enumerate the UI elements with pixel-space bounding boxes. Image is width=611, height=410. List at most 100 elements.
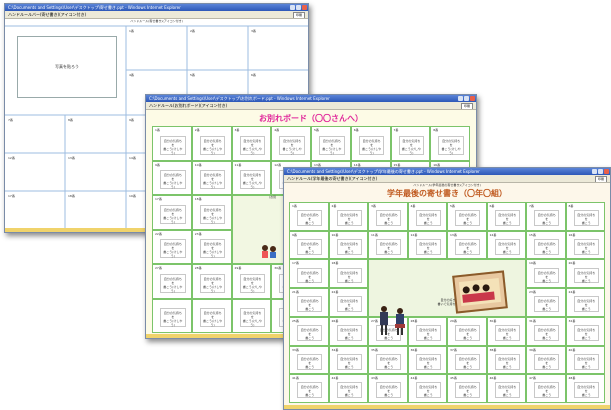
maximize-icon[interactable] <box>464 96 469 101</box>
board-cell[interactable]: 15番 自分の気持ちを 書こう <box>526 230 566 260</box>
board-cell[interactable]: 14番 自分の気持ちを 書こう <box>486 230 526 260</box>
board-cell[interactable]: 18番 自分の気持ちを 書こう(けしやう) <box>191 195 232 230</box>
message-card: 自分の気持ちを 書こう <box>376 238 402 255</box>
board-cell[interactable]: 8番 自分の気持ちを 書こう <box>565 202 605 231</box>
board-cell[interactable]: 23番 自分の気持ちを 書こう(けしやう) <box>191 229 232 264</box>
board-cell[interactable]: 43番 自分の気持ちを 書こう <box>368 374 408 403</box>
cell-number: 16番 <box>433 162 441 167</box>
board-cell[interactable]: 6番 自分の気持ちを 書こう <box>486 202 526 231</box>
board-cell[interactable]: 42番 自分の気持ちを 書こう <box>328 374 368 403</box>
cell-number: 8番 <box>433 128 439 132</box>
minimize-icon[interactable] <box>458 96 463 101</box>
board-cell[interactable]: 21番 自分の気持ちを 書こう <box>289 288 329 317</box>
cell-number: 31番 <box>529 318 536 323</box>
board-cell[interactable]: 13番 自分の気持ちを 書こう <box>447 230 487 260</box>
board-cell[interactable]: 40番 自分の気持ちを 書こう <box>565 345 605 375</box>
message-card: 自分の気持ちを 書こう <box>494 325 520 341</box>
board-cell[interactable]: 34番 自分の気持ちを 書こう <box>328 345 368 375</box>
board-cell[interactable]: 24番 自分の気持ちを 書こう <box>565 288 605 317</box>
board-cell[interactable]: 36番 自分の気持ちを 書こう <box>407 345 447 375</box>
board-cell[interactable]: 31番 自分の気持ちを 書こう <box>526 316 566 346</box>
board-cell[interactable]: 3番 自分の気持ちを 書こう(けしやう) <box>231 126 272 161</box>
board-cell[interactable]: 41番 自分の気持ちを 書こう <box>289 374 329 403</box>
close-icon[interactable] <box>302 5 307 10</box>
board-cell[interactable]: 38番 自分の気持ちを 書こう <box>486 345 526 375</box>
board-cell[interactable]: 1番 自分の気持ちを 書こう(けしやう) <box>152 126 192 161</box>
print-button[interactable]: 印刷 <box>293 12 305 18</box>
board-cell[interactable]: 6番 自分の気持ちを 書こう(けしやう) <box>350 126 391 161</box>
board-cell[interactable]: 22番 自分の気持ちを 書こう(けしやう) <box>152 229 192 264</box>
board-cell[interactable]: 45番 自分の気持ちを 書こう <box>447 374 487 403</box>
print-button[interactable]: 印刷 <box>461 103 473 109</box>
maximize-icon[interactable] <box>296 5 301 10</box>
close-icon[interactable] <box>470 96 475 101</box>
board-cell[interactable]: 4番 自分の気持ちを 書こう <box>407 202 447 231</box>
board-cell[interactable]: 2番 自分の気持ちを 書こう(けしやう) <box>191 126 232 161</box>
board-cell[interactable]: 16番 自分の気持ちを 書こう <box>565 230 605 260</box>
cell-number: 44番 <box>410 376 418 381</box>
board-cell[interactable]: 7番 自分の気持ちを 書こう(けしやう) <box>390 126 431 161</box>
board-cell[interactable]: 12番 自分の気持ちを 書こう <box>407 230 447 260</box>
board-cell[interactable]: 自分の気持ちを 書こう(けしやう) <box>191 298 232 333</box>
message-card: 自分の気持ちを 書こう(けしやう) <box>279 135 305 155</box>
maximize-icon[interactable] <box>598 169 603 174</box>
titlebar[interactable]: C:\Documents and Settings\User\デスクトップ\お別… <box>146 95 476 102</box>
close-icon[interactable] <box>604 169 609 174</box>
cell-number: 8番 <box>68 117 73 122</box>
board-cell[interactable]: 17番 自分の気持ちを 書こう(けしやう) <box>152 195 192 230</box>
board-cell[interactable]: 3番 自分の気持ちを 書こう <box>368 202 408 231</box>
board-cell[interactable]: 10番 自分の気持ちを 書こう <box>328 230 368 260</box>
board-cell[interactable]: 48番 自分の気持ちを 書こう <box>565 374 605 403</box>
board-cell[interactable]: 29番 自分の気持ちを 書こう <box>447 316 487 346</box>
minimize-icon[interactable] <box>290 5 295 10</box>
cell-number: 2番 <box>194 128 200 132</box>
board-cell[interactable]: 29番 自分の気持ちを 書こう(けしやう) <box>231 264 272 299</box>
board-cell[interactable]: 19番 自分の気持ちを 書こう <box>526 259 566 289</box>
titlebar[interactable]: C:\Documents and Settings\User\デスクトップ\寄せ… <box>5 4 308 11</box>
message-card: 自分の気持ちを 書こう <box>573 325 599 341</box>
board-cell[interactable]: 自分の気持ちを 書こう(けしやう) <box>231 298 272 333</box>
cell-number: 24番 <box>568 290 576 295</box>
board-cell[interactable]: 44番 自分の気持ちを 書こう <box>407 374 447 403</box>
board-cell[interactable]: 25番 自分の気持ちを 書こう <box>289 316 329 346</box>
board-cell[interactable]: 9番 自分の気持ちを 書こう(けしやう) <box>152 160 192 195</box>
cell-number: 48番 <box>568 376 576 381</box>
board-cell[interactable]: 37番 自分の気持ちを 書こう <box>447 345 487 375</box>
cell-number: 6番 <box>489 204 495 208</box>
board-cell[interactable]: 17番 自分の気持ちを 書こう <box>289 259 329 289</box>
board-cell[interactable]: 39番 自分の気持ちを 書こう <box>526 345 566 375</box>
message-card: 自分の気持ちを 書こう(けしやう) <box>199 273 226 293</box>
board-cell[interactable]: 4番 自分の気持ちを 書こう(けしやう) <box>271 126 311 161</box>
board-cell[interactable]: 5番 自分の気持ちを 書こう(けしやう) <box>311 126 351 161</box>
board-cell[interactable]: 20番 自分の気持ちを 書こう <box>565 259 605 289</box>
board-cell[interactable]: 2番 自分の気持ちを 書こう <box>328 202 368 231</box>
board-cell[interactable]: 自分の気持ちを 書こう(けしやう) <box>152 298 192 333</box>
board-cell[interactable]: 26番 自分の気持ちを 書こう <box>328 316 368 346</box>
board-cell[interactable]: 8番 自分の気持ちを 書こう(けしやう) <box>430 126 470 161</box>
board-cell[interactable]: 27番 自分の気持ちを 書こう(けしやう) <box>152 264 192 299</box>
board-cell[interactable]: 33番 自分の気持ちを 書こう <box>289 345 329 375</box>
board-cell[interactable]: 32番 自分の気持ちを 書こう <box>565 316 605 346</box>
cell-number: 20番 <box>568 261 576 266</box>
titlebar[interactable]: C:\Documents and Settings\User\デスクトップ\学年… <box>284 168 610 175</box>
board-cell[interactable]: 23番 自分の気持ちを 書こう <box>526 288 566 317</box>
board-cell[interactable]: 35番 自分の気持ちを 書こう <box>368 345 408 375</box>
print-button[interactable]: 印刷 <box>595 176 607 182</box>
board-cell[interactable]: 5番 自分の気持ちを 書こう <box>447 202 487 231</box>
board-cell[interactable]: 1番 自分の気持ちを 書こう <box>289 202 329 231</box>
board-cell[interactable]: 18番 自分の気持ちを 書こう <box>328 259 368 289</box>
board-cell[interactable]: 28番 自分の気持ちを 書こう(けしやう) <box>191 264 232 299</box>
board-cell[interactable]: 10番 自分の気持ちを 書こう(けしやう) <box>191 160 232 195</box>
board-cell[interactable]: 28番 自分の気持ちを 書こう <box>407 316 447 346</box>
board-cell[interactable]: 7番 自分の気持ちを 書こう <box>526 202 566 231</box>
board-cell[interactable]: 9番 自分の気持ちを 書こう <box>289 230 329 260</box>
board-cell[interactable]: 22番 自分の気持ちを 書こう <box>328 288 368 317</box>
board-cell[interactable]: 11番 自分の気持ちを 書こう <box>368 230 408 260</box>
cell-number: 41番 <box>292 376 299 381</box>
board-cell[interactable]: 46番 自分の気持ちを 書こう <box>486 374 526 403</box>
board-cell[interactable]: 11番 自分の気持ちを 書こう(けしやう) <box>231 160 272 195</box>
cell-number: 17番 <box>155 197 162 201</box>
minimize-icon[interactable] <box>592 169 597 174</box>
board-cell[interactable]: 30番 自分の気持ちを 書こう <box>486 316 526 346</box>
board-cell[interactable]: 47番 自分の気持ちを 書こう <box>526 374 566 403</box>
